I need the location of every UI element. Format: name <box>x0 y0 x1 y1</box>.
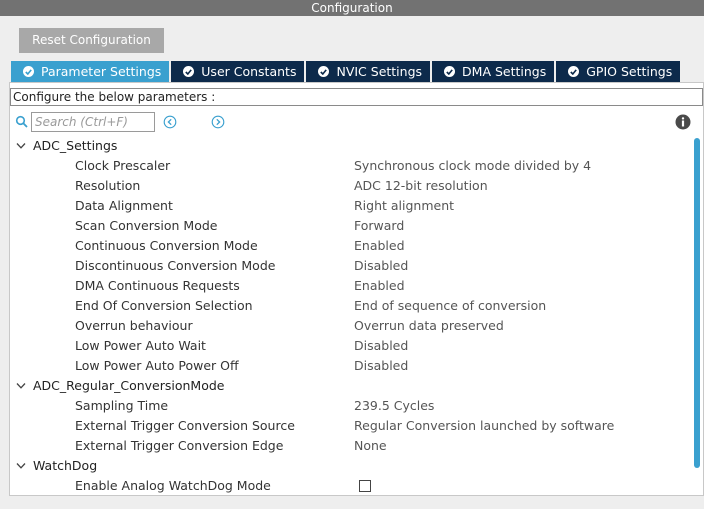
info-icon[interactable] <box>675 114 691 130</box>
tab-user-constants[interactable]: User Constants <box>171 61 305 82</box>
tab-label: DMA Settings <box>462 64 547 79</box>
search-bar <box>15 111 700 133</box>
param-row-external-trigger-conversion-source[interactable]: External Trigger Conversion Source Regul… <box>10 416 690 436</box>
group-label: ADC_Settings <box>33 138 118 153</box>
param-value[interactable]: Forward <box>354 216 404 236</box>
param-row-overrun-behaviour[interactable]: Overrun behaviour Overrun data preserved <box>10 316 690 336</box>
param-row-data-alignment[interactable]: Data Alignment Right alignment <box>10 196 690 216</box>
param-name: Sampling Time <box>75 398 169 413</box>
chevron-down-icon <box>16 463 26 469</box>
param-row-dma-continuous-requests[interactable]: DMA Continuous Requests Enabled <box>10 276 690 296</box>
tab-parameter-settings[interactable]: Parameter Settings <box>11 61 170 82</box>
group-label: ADC_Regular_ConversionMode <box>33 378 225 393</box>
param-value[interactable]: Enabled <box>354 236 405 256</box>
search-icon <box>15 115 28 128</box>
chevron-down-icon <box>16 143 26 149</box>
tab-dma-settings[interactable]: DMA Settings <box>432 61 555 82</box>
param-name: Clock Prescaler <box>75 158 171 173</box>
parameter-panel: Configure the below parameters : ADC_Set… <box>9 82 704 496</box>
param-value[interactable]: Disabled <box>354 356 408 376</box>
vertical-scrollbar[interactable] <box>693 136 701 492</box>
configure-instructions: Configure the below parameters : <box>10 88 703 106</box>
tab-label: GPIO Settings <box>586 64 673 79</box>
param-name: DMA Continuous Requests <box>75 278 240 293</box>
param-value[interactable]: Right alignment <box>354 196 454 216</box>
check-circle-icon <box>444 66 456 77</box>
param-row-resolution[interactable]: Resolution ADC 12-bit resolution <box>10 176 690 196</box>
param-value[interactable]: Overrun data preserved <box>354 316 504 336</box>
parameter-tree: ADC_Settings Clock Prescaler Synchronous… <box>10 136 690 496</box>
bottom-strip <box>0 496 704 509</box>
check-circle-icon <box>568 66 580 77</box>
param-value[interactable]: End of sequence of conversion <box>354 296 546 316</box>
param-name: External Trigger Conversion Edge <box>75 438 284 453</box>
param-name: Data Alignment <box>75 198 173 213</box>
param-row-low-power-auto-power-off[interactable]: Low Power Auto Power Off Disabled <box>10 356 690 376</box>
param-row-low-power-auto-wait[interactable]: Low Power Auto Wait Disabled <box>10 336 690 356</box>
group-label: WatchDog <box>33 458 98 473</box>
chevron-left-circle-icon[interactable] <box>163 115 177 129</box>
settings-tabs: Parameter Settings User Constants NVIC S… <box>11 61 682 82</box>
check-circle-icon <box>318 66 330 77</box>
param-value[interactable]: 239.5 Cycles <box>354 396 434 416</box>
param-value[interactable]: None <box>354 436 387 456</box>
param-name: Discontinuous Conversion Mode <box>75 258 276 273</box>
analog-watchdog-checkbox[interactable] <box>359 480 371 492</box>
param-row-sampling-time[interactable]: Sampling Time 239.5 Cycles <box>10 396 690 416</box>
param-name: Low Power Auto Power Off <box>75 358 239 373</box>
group-adc-settings[interactable]: ADC_Settings <box>10 136 690 156</box>
param-row-end-of-conversion-selection[interactable]: End Of Conversion Selection End of seque… <box>10 296 690 316</box>
check-circle-icon <box>183 66 195 77</box>
param-value[interactable]: Enabled <box>354 276 405 296</box>
param-name: External Trigger Conversion Source <box>75 418 295 433</box>
param-value[interactable]: Regular Conversion launched by software <box>354 416 614 436</box>
param-row-clock-prescaler[interactable]: Clock Prescaler Synchronous clock mode d… <box>10 156 690 176</box>
param-name: Resolution <box>75 178 141 193</box>
tab-label: User Constants <box>201 64 297 79</box>
tab-gpio-settings[interactable]: GPIO Settings <box>556 61 681 82</box>
reset-configuration-button[interactable]: Reset Configuration <box>19 28 164 53</box>
tab-label: Parameter Settings <box>41 64 162 79</box>
param-value[interactable]: Disabled <box>354 336 408 356</box>
param-name: Low Power Auto Wait <box>75 338 206 353</box>
param-name: Continuous Conversion Mode <box>75 238 258 253</box>
param-row-enable-analog-watchdog-mode[interactable]: Enable Analog WatchDog Mode <box>10 476 690 496</box>
scrollbar-thumb[interactable] <box>694 138 700 468</box>
param-value[interactable]: Synchronous clock mode divided by 4 <box>354 156 591 176</box>
param-name: Overrun behaviour <box>75 318 193 333</box>
param-name: Scan Conversion Mode <box>75 218 218 233</box>
param-name: End Of Conversion Selection <box>75 298 253 313</box>
param-value[interactable]: ADC 12-bit resolution <box>354 176 488 196</box>
param-row-external-trigger-conversion-edge[interactable]: External Trigger Conversion Edge None <box>10 436 690 456</box>
param-row-discontinuous-conversion-mode[interactable]: Discontinuous Conversion Mode Disabled <box>10 256 690 276</box>
group-adc-regular-conversion-mode[interactable]: ADC_Regular_ConversionMode <box>10 376 690 396</box>
search-input[interactable] <box>31 112 155 132</box>
tab-nvic-settings[interactable]: NVIC Settings <box>306 61 431 82</box>
tab-label: NVIC Settings <box>336 64 423 79</box>
group-watchdog[interactable]: WatchDog <box>10 456 690 476</box>
param-row-scan-conversion-mode[interactable]: Scan Conversion Mode Forward <box>10 216 690 236</box>
check-circle-icon <box>23 66 34 77</box>
param-value[interactable]: Disabled <box>354 256 408 276</box>
param-row-continuous-conversion-mode[interactable]: Continuous Conversion Mode Enabled <box>10 236 690 256</box>
window-title: Configuration <box>0 0 704 16</box>
chevron-down-icon <box>16 383 26 389</box>
param-name: Enable Analog WatchDog Mode <box>75 478 271 493</box>
chevron-right-circle-icon[interactable] <box>211 115 225 129</box>
